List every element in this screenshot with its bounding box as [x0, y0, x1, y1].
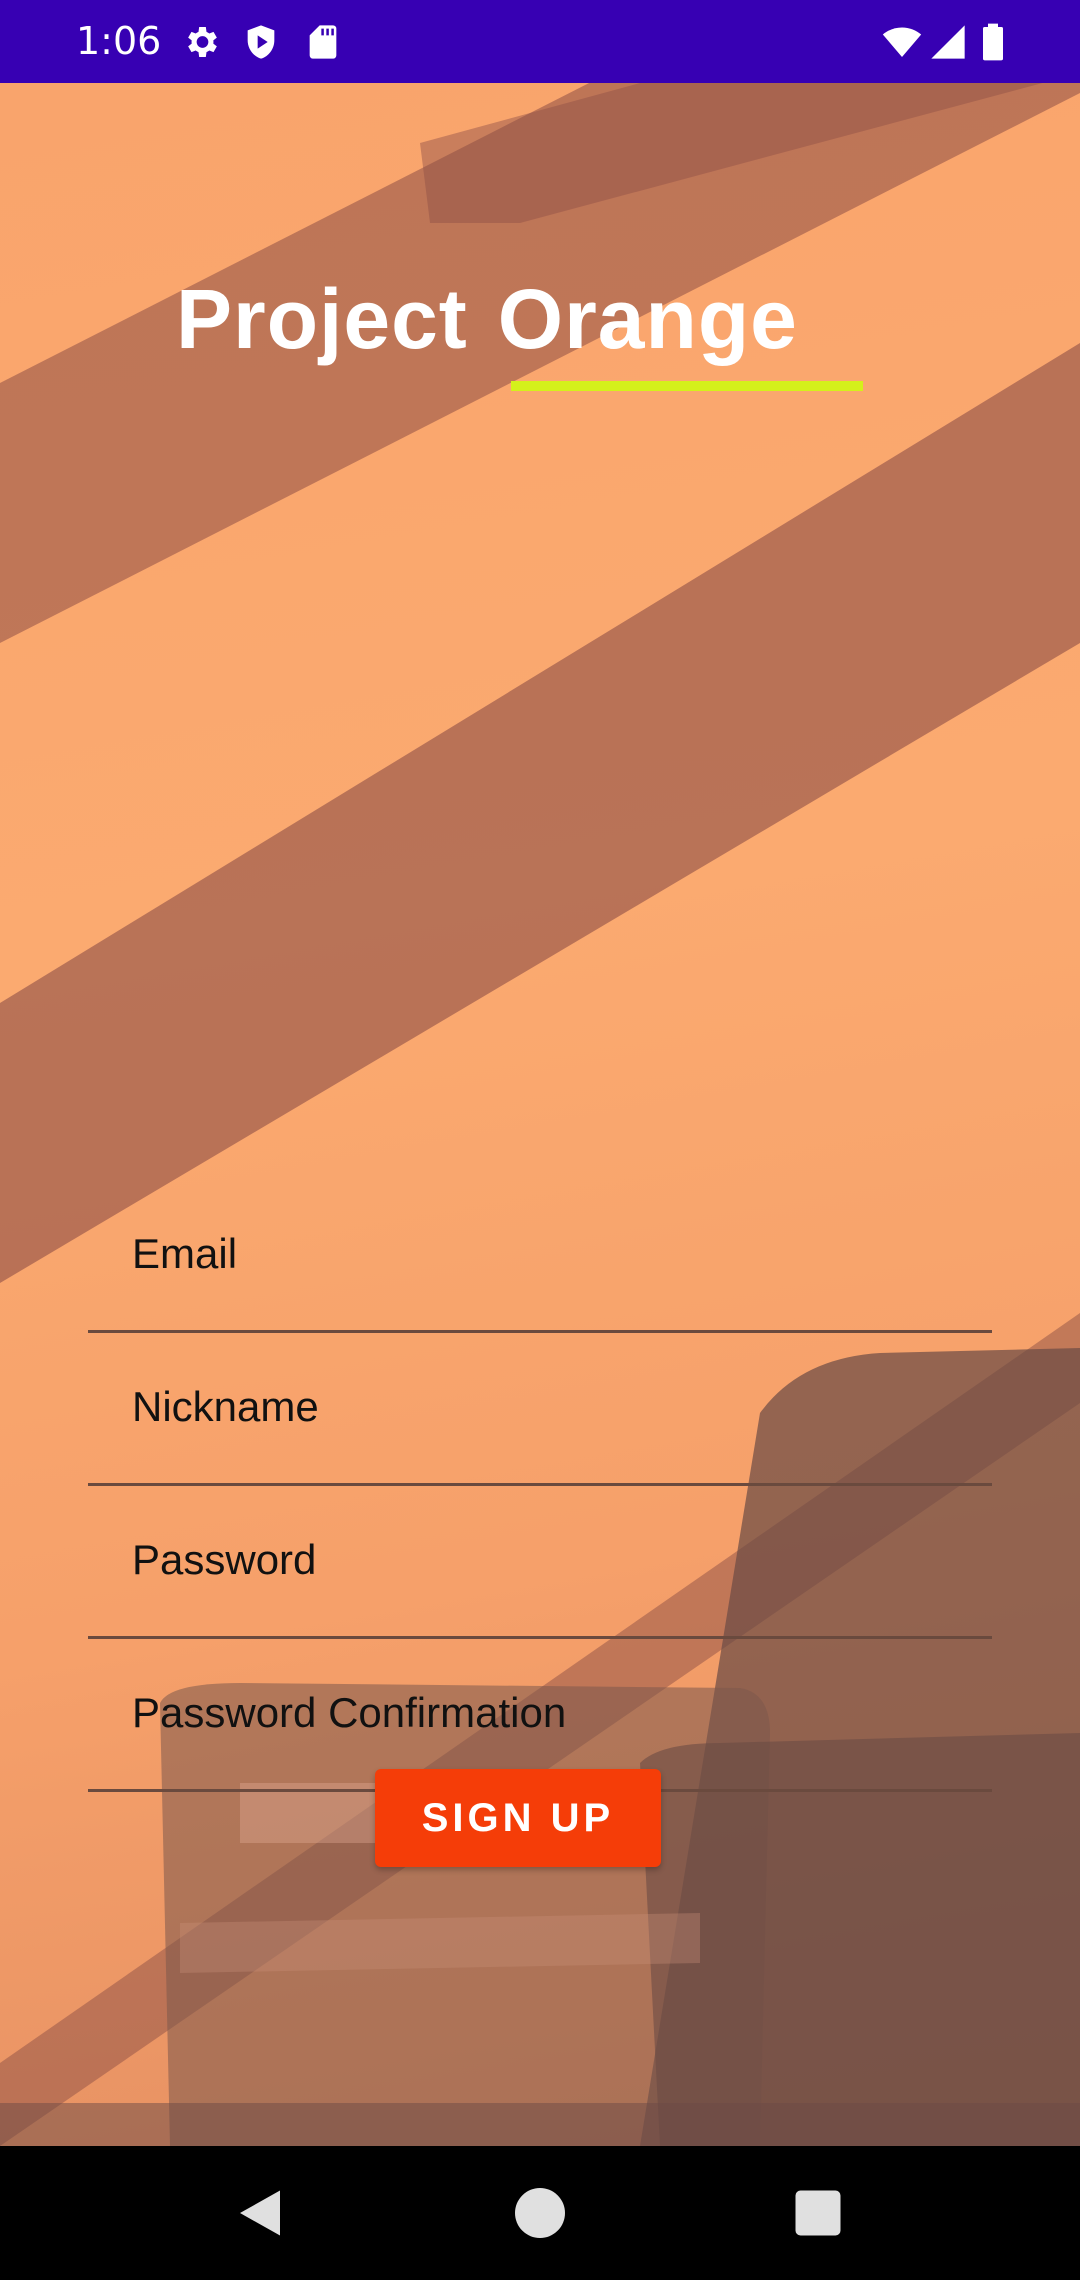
recents-icon[interactable] [788, 2183, 848, 2243]
password-input[interactable] [132, 1484, 952, 1636]
password-field [88, 1484, 992, 1639]
cellular-signal-icon [928, 22, 968, 62]
home-icon[interactable] [510, 2183, 570, 2243]
navigation-bar [0, 2146, 1080, 2280]
status-time: 1:06 [76, 19, 162, 63]
title-word-orange: Orange [497, 272, 798, 366]
password-confirmation-input[interactable] [132, 1637, 952, 1789]
app-title: Project Orange [176, 269, 798, 369]
signup-screen: Project Orange SIGN UP [0, 83, 1080, 2146]
nickname-input[interactable] [132, 1331, 952, 1483]
sign-up-button[interactable]: SIGN UP [375, 1769, 661, 1867]
nickname-field [88, 1331, 992, 1486]
title-word-project: Project [176, 272, 468, 366]
title-underline [511, 381, 863, 391]
email-field [88, 1178, 992, 1333]
status-bar: 1:06 [0, 0, 1080, 83]
battery-icon [978, 22, 1008, 62]
wifi-icon [880, 22, 924, 62]
sd-card-icon [303, 22, 343, 62]
gear-icon [181, 22, 221, 62]
email-input[interactable] [132, 1178, 952, 1330]
shield-play-icon [241, 22, 281, 62]
back-icon[interactable] [230, 2183, 290, 2243]
